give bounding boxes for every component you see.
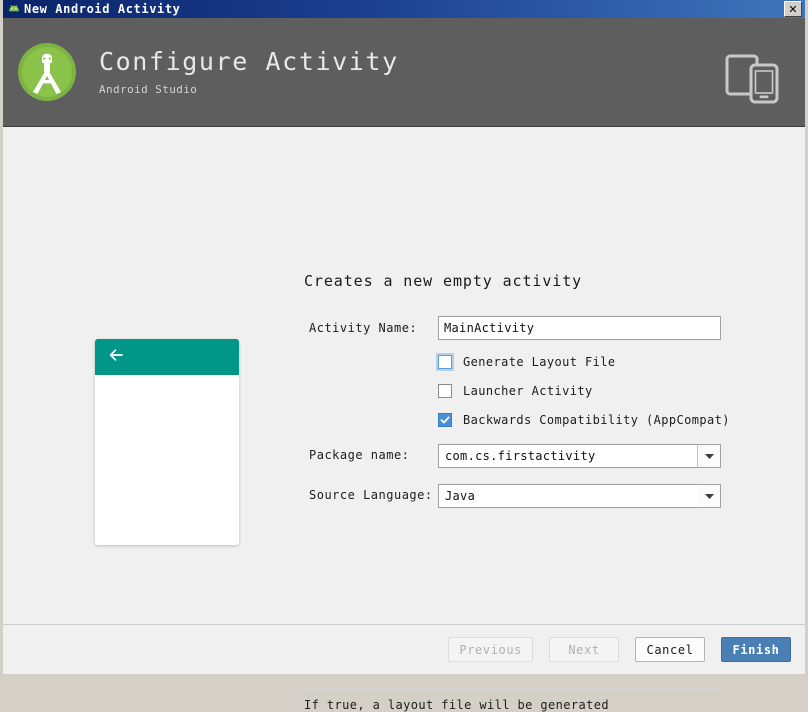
checkbox-box-launcher-activity[interactable] bbox=[438, 384, 452, 398]
android-icon bbox=[7, 2, 21, 16]
dialog-header: Configure Activity Android Studio bbox=[3, 18, 805, 127]
header-subtitle: Android Studio bbox=[99, 83, 198, 97]
dialog-footer: Previous Next Cancel Finish bbox=[3, 624, 805, 674]
window-title: New Android Activity bbox=[24, 2, 181, 16]
checkbox-launcher-activity[interactable]: Launcher Activity bbox=[438, 384, 593, 398]
source-language-combobox[interactable]: Java bbox=[438, 484, 721, 508]
checkbox-label-generate-layout-file: Generate Layout File bbox=[463, 355, 616, 369]
dialog-body: Creates a new empty activity Activity Na… bbox=[3, 127, 805, 712]
section-heading: Creates a new empty activity bbox=[304, 272, 583, 290]
window-titlebar: New Android Activity ✕ bbox=[3, 0, 805, 18]
next-button[interactable]: Next bbox=[549, 637, 619, 662]
finish-button[interactable]: Finish bbox=[721, 637, 791, 662]
activity-name-label: Activity Name: bbox=[309, 321, 418, 335]
activity-preview bbox=[95, 339, 239, 545]
checkbox-generate-layout-file[interactable]: Generate Layout File bbox=[438, 355, 616, 369]
activity-name-input[interactable] bbox=[438, 316, 721, 340]
package-name-value[interactable]: com.cs.firstactivity bbox=[439, 449, 697, 463]
tablet-phone-icon bbox=[723, 48, 781, 106]
checkmark-icon bbox=[440, 416, 450, 424]
preview-appbar bbox=[95, 339, 239, 375]
chevron-down-icon[interactable] bbox=[698, 485, 720, 507]
source-language-label: Source Language: bbox=[309, 488, 433, 502]
chevron-down-icon[interactable] bbox=[697, 445, 720, 467]
previous-button[interactable]: Previous bbox=[448, 637, 533, 662]
cancel-button[interactable]: Cancel bbox=[635, 637, 705, 662]
package-name-combobox[interactable]: com.cs.firstactivity bbox=[438, 444, 721, 468]
new-android-activity-dialog: New Android Activity ✕ Configure Activit… bbox=[0, 0, 808, 712]
checkbox-label-backwards-compatibility: Backwards Compatibility (AppCompat) bbox=[463, 413, 730, 427]
header-text-group: Configure Activity Android Studio bbox=[99, 48, 399, 97]
hint-text: If true, a layout file will be generated bbox=[304, 698, 609, 712]
checkbox-box-backwards-compatibility[interactable] bbox=[438, 413, 452, 427]
page-title: Configure Activity bbox=[99, 46, 399, 76]
close-icon[interactable]: ✕ bbox=[784, 1, 802, 17]
checkbox-backwards-compatibility[interactable]: Backwards Compatibility (AppCompat) bbox=[438, 413, 730, 427]
package-name-label: Package name: bbox=[309, 448, 410, 462]
preview-content bbox=[95, 375, 239, 545]
android-studio-logo bbox=[17, 42, 77, 102]
back-arrow-icon bbox=[107, 346, 125, 368]
checkbox-label-launcher-activity: Launcher Activity bbox=[463, 384, 593, 398]
hint-divider bbox=[304, 688, 722, 689]
checkbox-box-generate-layout-file[interactable] bbox=[438, 355, 452, 369]
source-language-value: Java bbox=[445, 489, 476, 503]
